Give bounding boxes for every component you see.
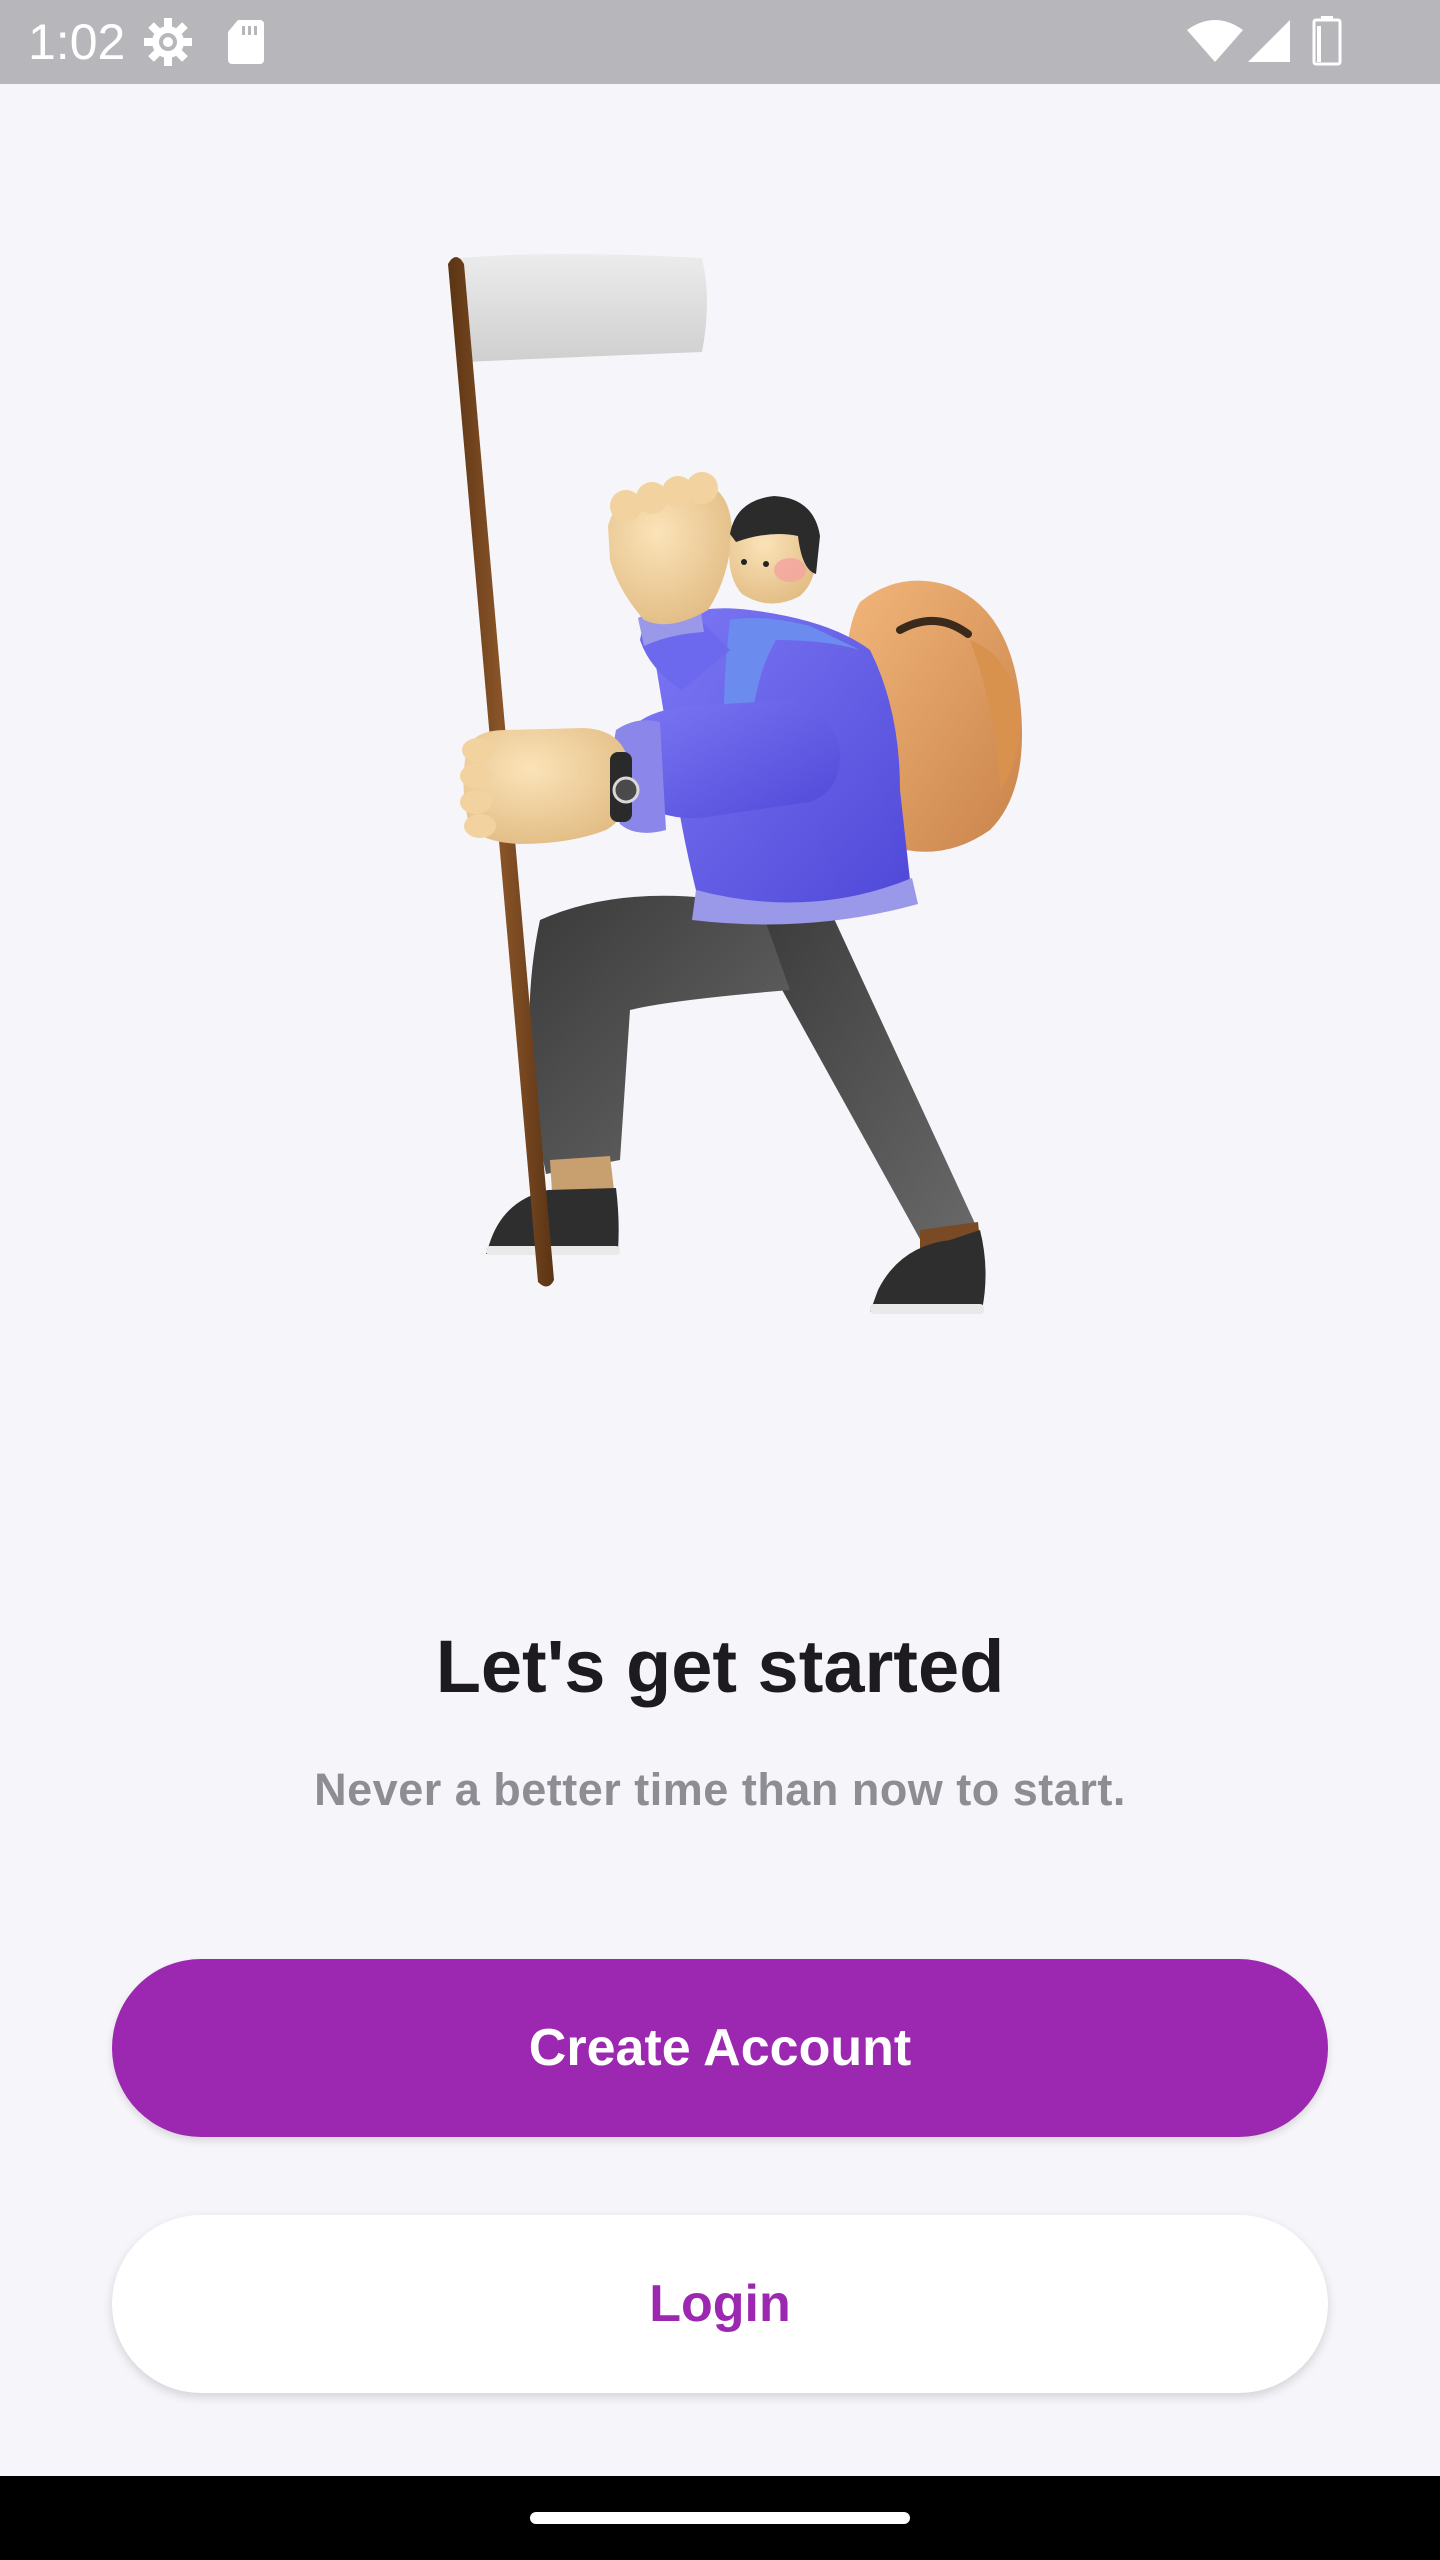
wifi-icon (1186, 20, 1244, 69)
battery-icon (1312, 16, 1342, 71)
status-bar: 1:02 (0, 0, 1440, 84)
page-title: Let's get started (435, 1625, 1005, 1708)
status-time: 1:02 (28, 14, 126, 70)
hiker-with-flag-illustration (430, 230, 1050, 1330)
cellular-signal-icon (1246, 18, 1292, 69)
login-button[interactable]: Login (112, 2215, 1328, 2393)
hiker-with-flag-icon (448, 254, 1022, 1314)
welcome-screen: 1:02 Let's get started Never a better ti… (0, 0, 1440, 2560)
sd-card-icon (226, 18, 266, 71)
page-subtitle: Never a better time than now to start. (314, 1764, 1126, 1815)
create-account-button[interactable]: Create Account (112, 1959, 1328, 2137)
settings-gear-icon (140, 14, 196, 75)
home-indicator[interactable] (530, 2512, 910, 2524)
